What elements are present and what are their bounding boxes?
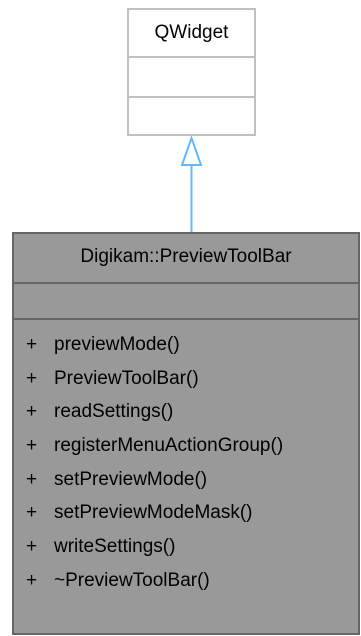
method-name: writeSettings() <box>54 536 176 558</box>
method-name: setPreviewMode() <box>54 468 208 490</box>
method-visibility: + <box>26 334 38 355</box>
method-visibility: + <box>26 502 38 524</box>
method-row: + ~PreviewToolBar() <box>14 564 358 598</box>
base-class-box[interactable]: QWidget <box>127 8 256 136</box>
method-row: + readSettings() <box>14 395 358 429</box>
method-row: + registerMenuActionGroup() <box>14 429 358 463</box>
main-class-name: Digikam::PreviewToolBar <box>14 234 358 284</box>
method-row: + PreviewToolBar() <box>14 362 358 396</box>
method-name: PreviewToolBar() <box>54 367 199 389</box>
method-visibility: + <box>26 401 38 423</box>
method-visibility: + <box>26 468 38 490</box>
method-name: previewMode() <box>54 334 180 355</box>
method-visibility: + <box>26 536 38 558</box>
method-visibility: + <box>26 435 38 457</box>
base-class-attributes <box>129 58 254 98</box>
method-name: ~PreviewToolBar() <box>54 569 210 591</box>
method-row: + previewMode() <box>14 328 358 362</box>
method-row: + setPreviewModeMask() <box>14 496 358 530</box>
main-class-box[interactable]: Digikam::PreviewToolBar + previewMode() +… <box>12 232 360 635</box>
main-class-methods: + previewMode() + PreviewToolBar() + readSe… <box>14 320 358 598</box>
main-class-attributes <box>14 284 358 320</box>
method-visibility: + <box>26 367 38 389</box>
method-name: registerMenuActionGroup() <box>54 435 284 457</box>
method-row: + setPreviewMode() <box>14 463 358 497</box>
method-row: + writeSettings() <box>14 530 358 564</box>
inheritance-arrowhead <box>180 134 203 166</box>
method-name: setPreviewModeMask() <box>54 502 253 524</box>
method-name: readSettings() <box>54 401 174 423</box>
base-class-name: QWidget <box>129 10 254 58</box>
method-visibility: + <box>26 569 38 591</box>
base-class-methods <box>129 98 254 136</box>
